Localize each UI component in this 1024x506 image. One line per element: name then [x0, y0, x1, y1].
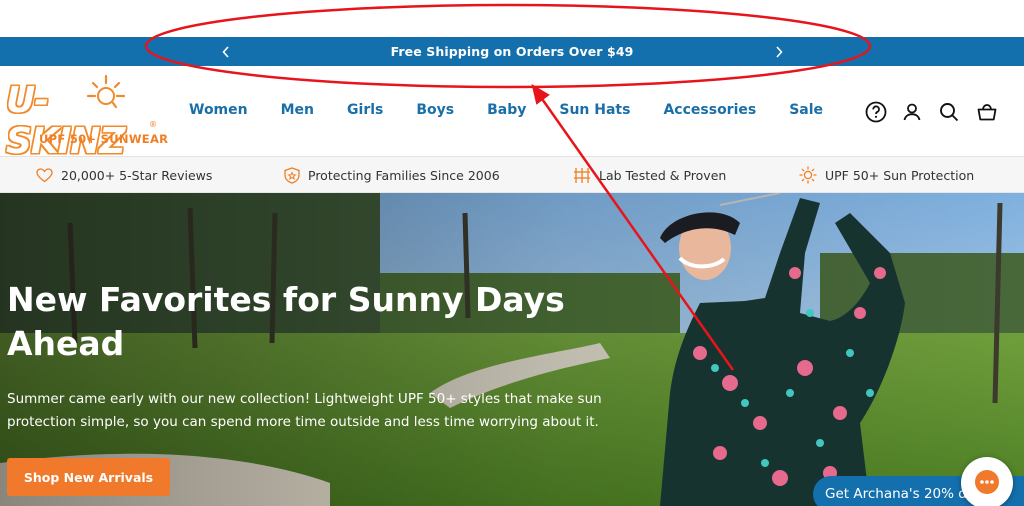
logo-registered: ® — [149, 120, 157, 129]
shop-new-arrivals-button[interactable]: Shop New Arrivals — [7, 458, 170, 496]
chat-icon — [975, 470, 999, 494]
chat-button[interactable] — [961, 457, 1013, 506]
nav-item-accessories[interactable]: Accessories — [663, 102, 756, 118]
main-nav: Women Men Girls Boys Baby Sun Hats Acces… — [189, 102, 823, 118]
cart-icon — [977, 104, 997, 121]
nav-item-baby[interactable]: Baby — [487, 102, 526, 118]
nav-item-boys[interactable]: Boys — [416, 102, 454, 118]
nav-item-sun-hats[interactable]: Sun Hats — [559, 102, 630, 118]
hero-description: Summer came early with our new collectio… — [7, 391, 602, 430]
chevron-right-icon — [776, 45, 783, 58]
page: Free Shipping on Orders Over $49 U-SKINZ… — [0, 0, 1024, 506]
search-icon — [940, 103, 959, 122]
nav-item-men[interactable]: Men — [281, 102, 314, 118]
nav-item-girls[interactable]: Girls — [347, 102, 383, 118]
nav-item-sale[interactable]: Sale — [789, 102, 823, 118]
trust-label: Protecting Families Since 2006 — [308, 167, 500, 183]
help-icon — [865, 101, 887, 123]
logo[interactable]: U-SKINZ UPF 50+ SUNWEAR ® — [6, 74, 168, 162]
trust-item-reviews: 20,000+ 5-Star Reviews — [36, 157, 212, 193]
shield-icon — [284, 166, 300, 184]
trust-item-since: Protecting Families Since 2006 — [284, 157, 500, 193]
heart-icon — [36, 167, 53, 182]
account-icon — [903, 103, 921, 121]
announcement-bar: Free Shipping on Orders Over $49 — [0, 37, 1024, 66]
trust-bar: 20,000+ 5-Star Reviews Protecting Famili… — [0, 157, 1024, 193]
help-button[interactable] — [864, 100, 888, 124]
lab-icon — [574, 167, 590, 183]
site-header: U-SKINZ UPF 50+ SUNWEAR ® Women Men Girl… — [0, 66, 1024, 162]
hero-title: New Favorites for Sunny Days Ahead — [7, 280, 565, 363]
cart-button[interactable] — [975, 100, 999, 124]
announcement-text[interactable]: Free Shipping on Orders Over $49 — [391, 44, 634, 59]
logo-tagline: UPF 50+ SUNWEAR — [39, 132, 169, 146]
chevron-left-icon — [222, 45, 229, 58]
announcement-prev-button[interactable] — [214, 37, 238, 66]
hero-banner: New Favorites for Sunny Days Ahead Summe… — [0, 193, 1024, 506]
trust-label: UPF 50+ Sun Protection — [825, 167, 975, 183]
trust-label: 20,000+ 5-Star Reviews — [61, 167, 213, 183]
trust-label: Lab Tested & Proven — [599, 167, 727, 183]
sun-icon — [799, 166, 817, 184]
account-button[interactable] — [900, 100, 924, 124]
search-button[interactable] — [937, 100, 961, 124]
announcement-next-button[interactable] — [767, 37, 791, 66]
trust-item-upf: UPF 50+ Sun Protection — [799, 157, 974, 193]
trust-item-lab: Lab Tested & Proven — [573, 157, 726, 193]
logo-wordmark: U-SKINZ — [6, 80, 125, 162]
nav-item-women[interactable]: Women — [189, 102, 248, 118]
